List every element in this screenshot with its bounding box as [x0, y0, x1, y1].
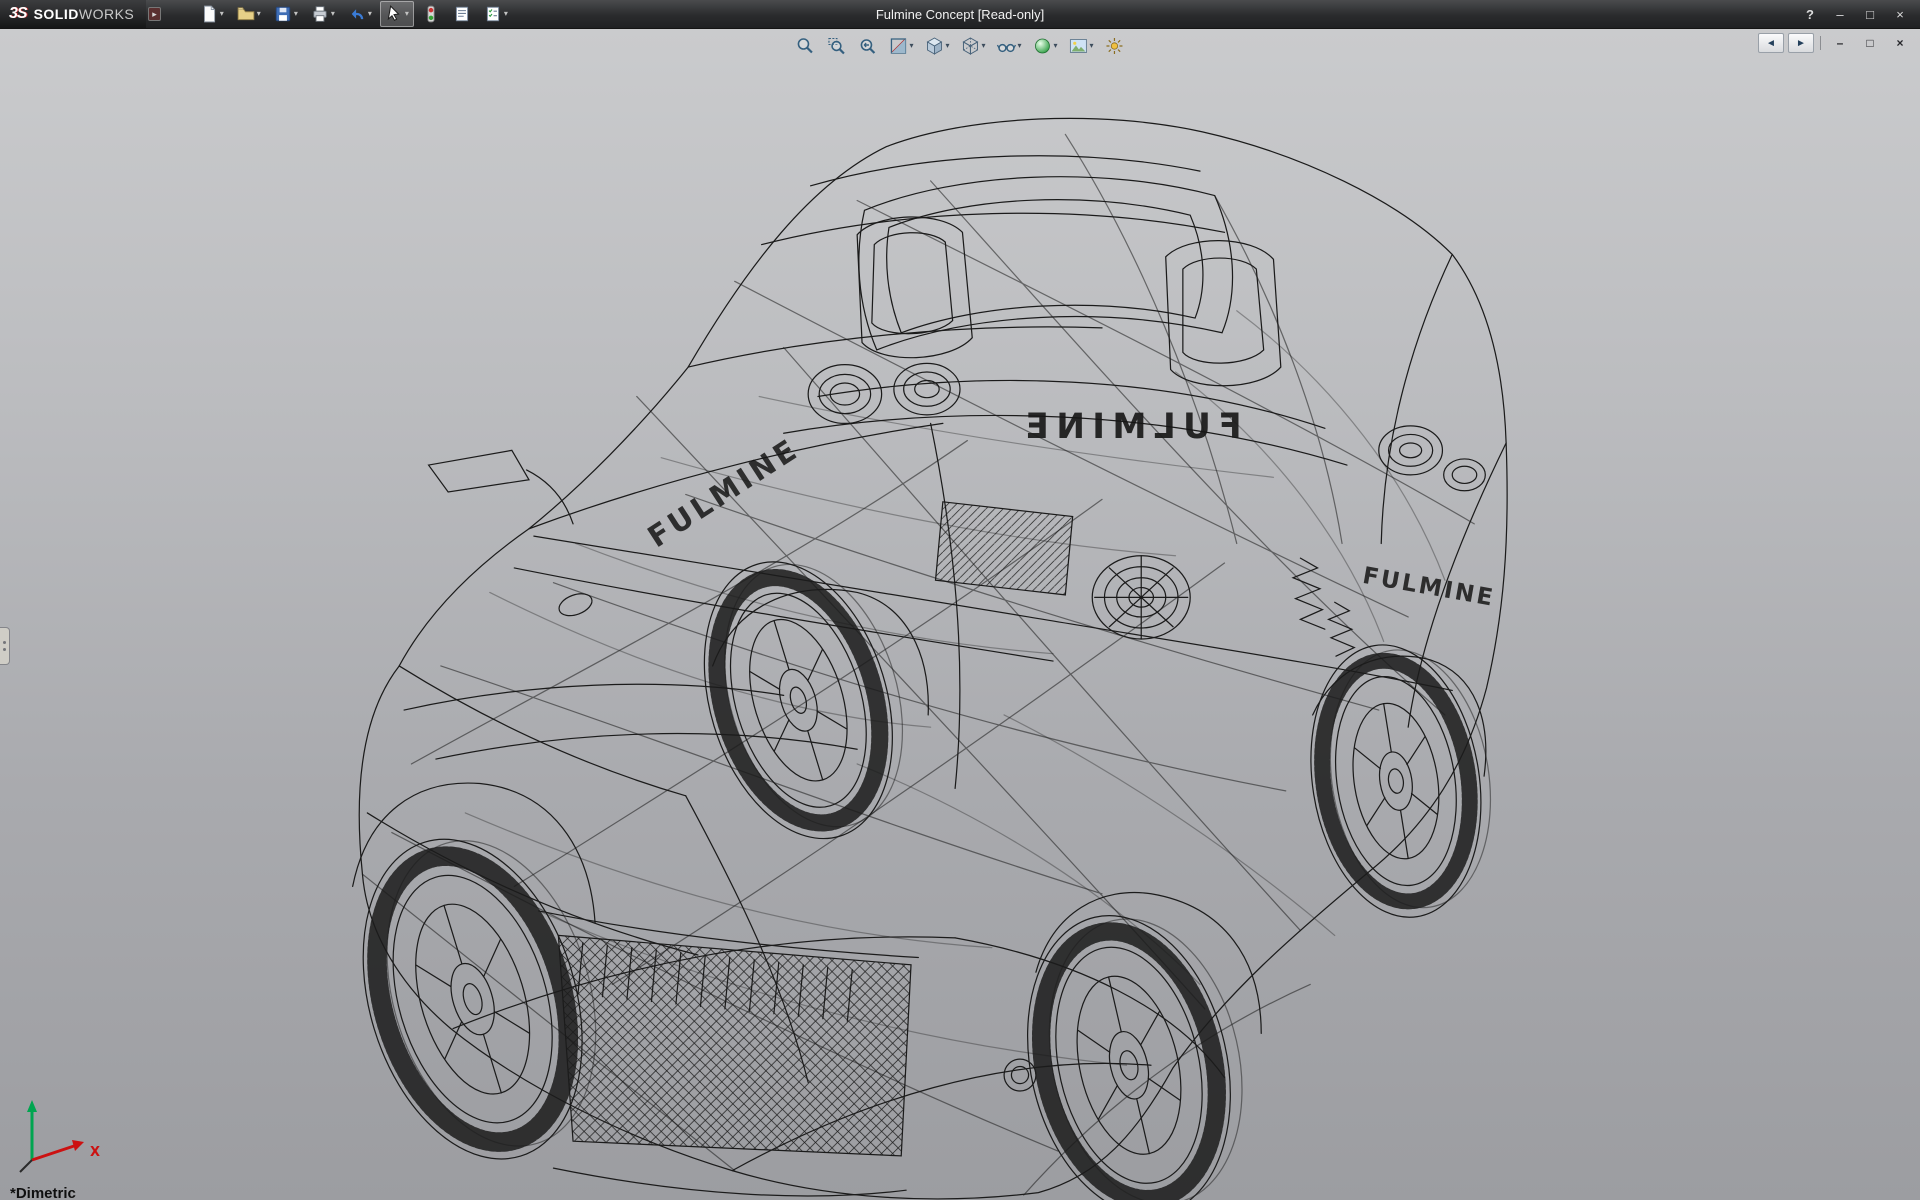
- restore-button[interactable]: □: [1858, 4, 1882, 24]
- dropdown-caret-icon[interactable]: ▾: [504, 10, 508, 18]
- drive-unit: [1092, 556, 1190, 639]
- edit-appearance-button[interactable]: ▾: [1031, 34, 1060, 58]
- dropdown-caret-icon[interactable]: ▾: [331, 10, 335, 18]
- wheel-arches: [353, 589, 1486, 1033]
- help-button[interactable]: ?: [1798, 4, 1822, 24]
- menu-expand-arrow-icon[interactable]: ▸: [148, 7, 161, 21]
- previous-view-icon: [857, 36, 877, 56]
- battery-box: [936, 502, 1073, 595]
- wireframe-car-model[interactable]: FULMINE FULMINE FULMINE: [0, 29, 1920, 1200]
- y-axis-arrow: [27, 1100, 37, 1112]
- edit-appearance-ball-icon: [1033, 36, 1053, 56]
- rear-left-wheel: [673, 535, 935, 862]
- document-minimize-button[interactable]: –: [1827, 33, 1853, 53]
- print-icon: [311, 5, 329, 23]
- solidworks-logo: 3S SOLIDWORKS: [0, 0, 146, 28]
- dropdown-caret-icon[interactable]: ▾: [368, 10, 372, 18]
- dassault-3ds-logo-icon: 3S: [9, 5, 27, 23]
- dropdown-caret-icon[interactable]: ▾: [1090, 42, 1094, 50]
- model-badge-text-mirrored: FULMINE: [1018, 407, 1241, 447]
- front-grille: [539, 911, 919, 1196]
- zoom-to-area-button[interactable]: [824, 34, 848, 58]
- orientation-triad: X: [16, 1094, 116, 1174]
- titlebar: 3S SOLIDWORKS ▸ ▾ ▾ ▾: [0, 0, 1920, 29]
- solidworks-wordmark: SOLIDWORKS: [34, 6, 135, 22]
- side-mirror: [429, 450, 573, 523]
- titlebar-window-controls: ? – □ ×: [1798, 4, 1920, 24]
- view-orientation-button[interactable]: ▾: [922, 34, 951, 58]
- save-button[interactable]: ▾: [269, 1, 303, 27]
- dropdown-caret-icon[interactable]: ▾: [405, 10, 409, 18]
- undo-button[interactable]: ▾: [343, 1, 377, 27]
- new-document-button[interactable]: ▾: [195, 1, 229, 27]
- options-icon: [484, 5, 502, 23]
- x-axis-arrow: [72, 1140, 84, 1151]
- file-properties-icon: [453, 5, 471, 23]
- options-button[interactable]: ▾: [479, 1, 513, 27]
- dropdown-caret-icon[interactable]: ▾: [909, 42, 913, 50]
- x-axis-label: X: [90, 1145, 100, 1160]
- pane-next-button[interactable]: ►: [1788, 33, 1814, 53]
- model-badge-text: FULMINE: [642, 431, 806, 554]
- undo-arrow-icon: [348, 5, 366, 23]
- print-button[interactable]: ▾: [306, 1, 340, 27]
- zoom-to-area-icon: [826, 36, 846, 56]
- window-title: Fulmine Concept [Read-only]: [876, 7, 1044, 22]
- dropdown-caret-icon[interactable]: ▾: [220, 10, 224, 18]
- document-close-button[interactable]: ×: [1887, 33, 1913, 53]
- car-body-outline: [359, 118, 1507, 1199]
- pane-previous-button[interactable]: ◄: [1758, 33, 1784, 53]
- view-orientation-label: *Dimetric: [10, 1185, 76, 1200]
- brand-works: WORKS: [79, 6, 134, 22]
- apply-scene-button[interactable]: ▾: [1067, 34, 1096, 58]
- roof-opening: [859, 177, 1233, 350]
- standard-toolbar: ▾ ▾ ▾ ▾: [195, 1, 513, 27]
- close-button[interactable]: ×: [1888, 4, 1912, 24]
- view-settings-button[interactable]: [1103, 34, 1127, 58]
- view-settings-sun-icon: [1105, 36, 1125, 56]
- open-folder-icon: [237, 5, 255, 23]
- new-document-icon: [200, 5, 218, 23]
- dropdown-caret-icon[interactable]: ▾: [945, 42, 949, 50]
- open-document-button[interactable]: ▾: [232, 1, 266, 27]
- rebuild-button[interactable]: [417, 1, 445, 27]
- dropdown-caret-icon[interactable]: ▾: [1018, 42, 1022, 50]
- save-floppy-icon: [274, 5, 292, 23]
- hide-show-glasses-icon: [997, 36, 1017, 56]
- front-right-wheel: [999, 892, 1270, 1200]
- heads-up-view-toolbar: ▾ ▾ ▾ ▾: [793, 34, 1126, 58]
- dropdown-caret-icon[interactable]: ▾: [257, 10, 261, 18]
- section-view-icon: [888, 36, 908, 56]
- select-cursor-icon: [385, 5, 403, 23]
- document-restore-button[interactable]: □: [1857, 33, 1883, 53]
- file-properties-button[interactable]: [448, 1, 476, 27]
- previous-view-button[interactable]: [855, 34, 879, 58]
- minimize-button[interactable]: –: [1828, 4, 1852, 24]
- section-view-button[interactable]: ▾: [886, 34, 915, 58]
- seats: [857, 217, 1281, 386]
- brand-solid: SOLID: [34, 6, 79, 22]
- view-orientation-cube-icon: [924, 36, 944, 56]
- dropdown-caret-icon[interactable]: ▾: [1054, 42, 1058, 50]
- featuremanager-collapsed-tab[interactable]: [0, 627, 10, 665]
- apply-scene-icon: [1069, 36, 1089, 56]
- zoom-to-fit-icon: [795, 36, 815, 56]
- select-tool-button[interactable]: ▾: [380, 1, 414, 27]
- dropdown-caret-icon[interactable]: ▾: [294, 10, 298, 18]
- hide-show-items-button[interactable]: ▾: [995, 34, 1024, 58]
- rebuild-traffic-light-icon: [422, 5, 440, 23]
- zoom-to-fit-button[interactable]: [793, 34, 817, 58]
- display-style-button[interactable]: ▾: [958, 34, 987, 58]
- graphics-viewport[interactable]: ▾ ▾ ▾ ▾: [0, 29, 1920, 1200]
- suspension-springs: [1293, 558, 1354, 656]
- document-window-controls: ◄ ► – □ ×: [1758, 33, 1913, 53]
- separator: [1820, 36, 1821, 50]
- display-style-icon: [960, 36, 980, 56]
- dropdown-caret-icon[interactable]: ▾: [981, 42, 985, 50]
